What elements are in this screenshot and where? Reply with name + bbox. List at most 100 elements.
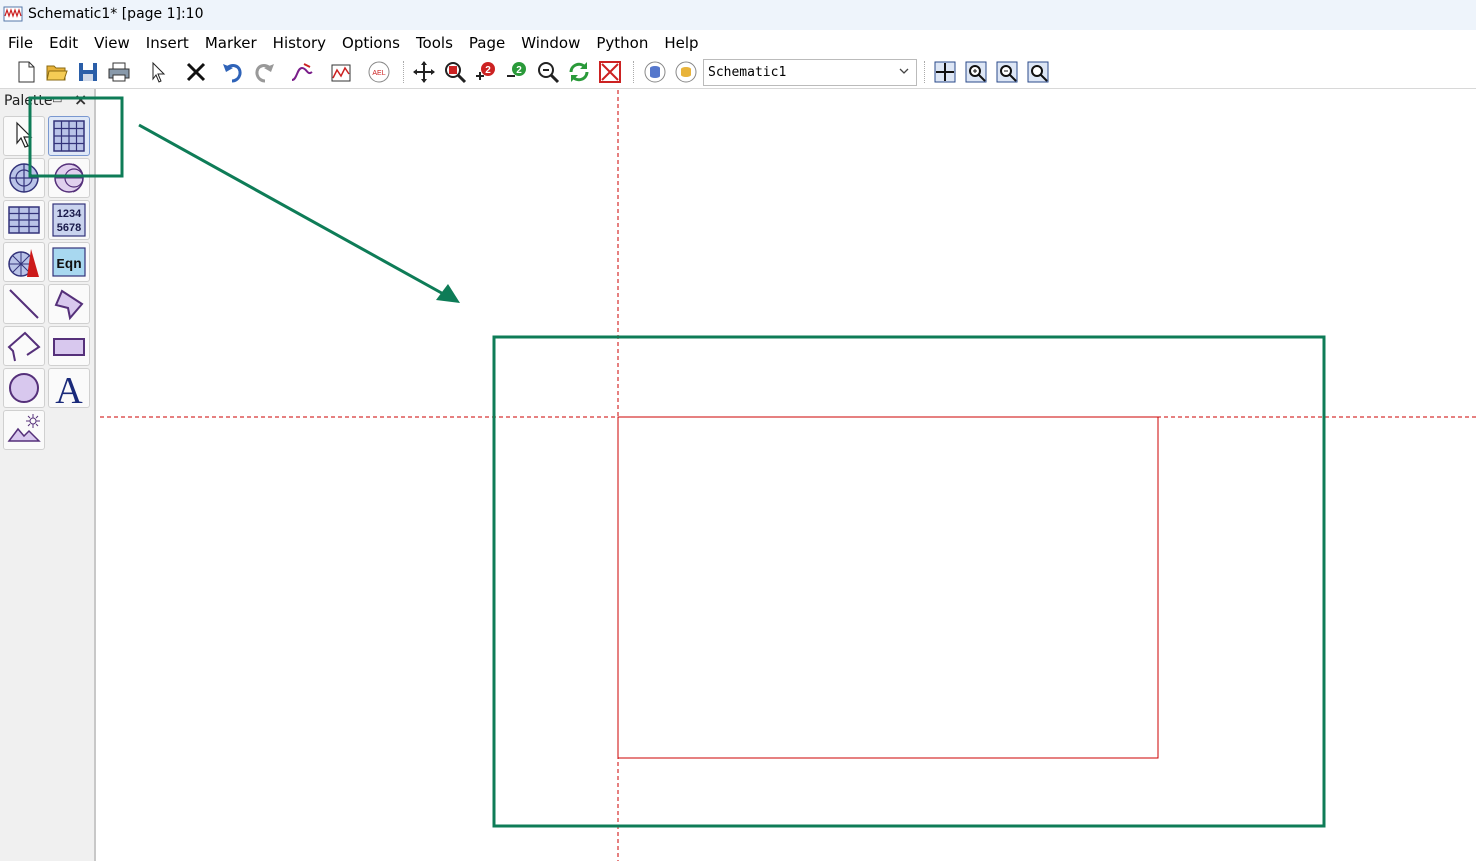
- open-icon: [46, 65, 68, 81]
- palette-stack[interactable]: 1234 5678: [48, 200, 90, 240]
- menu-python[interactable]: Python: [596, 34, 648, 52]
- menu-help[interactable]: Help: [664, 34, 698, 52]
- zoom-fit-button[interactable]: [1025, 59, 1051, 85]
- text-icon: A: [55, 371, 83, 405]
- svg-text:1234: 1234: [57, 208, 82, 220]
- circle-icon: [9, 373, 39, 403]
- trace-button[interactable]: [289, 59, 315, 85]
- zoom-in-page-icon: [965, 61, 987, 83]
- svg-text:Eqn: Eqn: [56, 257, 81, 273]
- menu-history[interactable]: History: [273, 34, 326, 52]
- pan-icon: [413, 61, 435, 83]
- pointer-icon: [152, 61, 166, 83]
- trace-icon: [291, 63, 313, 81]
- menu-options[interactable]: Options: [342, 34, 400, 52]
- palette-pointer[interactable]: [3, 116, 45, 156]
- dataset-icon: [675, 61, 697, 83]
- zoom-area-button[interactable]: [442, 59, 468, 85]
- menu-view[interactable]: View: [94, 34, 130, 52]
- zoom-button[interactable]: [535, 59, 561, 85]
- palette-equation[interactable]: Eqn: [48, 242, 90, 282]
- svg-text:5678: 5678: [57, 222, 81, 234]
- menu-file[interactable]: File: [8, 34, 33, 52]
- zoom-out-page-icon: [996, 61, 1018, 83]
- menu-bar: File Edit View Insert Marker History Opt…: [0, 30, 1476, 55]
- undo-button[interactable]: [220, 59, 246, 85]
- palette-panel: Palette ▭ × 1234 5678 Eqn A: [0, 89, 96, 861]
- menu-window[interactable]: Window: [521, 34, 580, 52]
- plot-button[interactable]: [328, 59, 354, 85]
- close-icon[interactable]: ×: [74, 90, 87, 109]
- zoom-area-icon: [445, 62, 467, 84]
- chevron-down-icon: [899, 68, 909, 74]
- pointer-button[interactable]: [145, 59, 171, 85]
- delete-button[interactable]: [183, 59, 209, 85]
- zoom-out-button[interactable]: 2: [504, 59, 530, 85]
- stop-button[interactable]: [597, 59, 623, 85]
- polar-plot-icon: [9, 163, 39, 193]
- view-all-button[interactable]: [932, 59, 958, 85]
- drawing-canvas[interactable]: [98, 90, 1476, 861]
- equation-icon: Eqn: [52, 247, 86, 277]
- zoom-fit-icon: [1027, 61, 1049, 83]
- palette-circle[interactable]: [3, 368, 45, 408]
- plot-icon: [331, 64, 351, 82]
- toolbar-separator: [403, 61, 404, 83]
- zoom-icon: [538, 62, 560, 84]
- toolbar-separator: [924, 61, 925, 83]
- database-button[interactable]: [642, 59, 668, 85]
- palette-rectangle[interactable]: [48, 326, 90, 366]
- new-icon: [18, 61, 35, 83]
- palette-polar-plot[interactable]: [3, 158, 45, 198]
- delete-icon: [186, 62, 206, 82]
- palette-antenna-plot[interactable]: [3, 242, 45, 282]
- palette-list-table[interactable]: [3, 200, 45, 240]
- palette-image[interactable]: [3, 410, 45, 450]
- list-table-icon: [8, 206, 40, 234]
- palette-text[interactable]: A: [48, 368, 90, 408]
- antenna-plot-icon: [8, 249, 39, 277]
- zoom-out-page-button[interactable]: [994, 59, 1020, 85]
- redo-icon: [255, 64, 274, 83]
- svg-text:2: 2: [516, 65, 522, 76]
- menu-insert[interactable]: Insert: [146, 34, 189, 52]
- save-icon: [79, 63, 97, 81]
- menu-tools[interactable]: Tools: [416, 34, 453, 52]
- zoom-in-page-button[interactable]: [963, 59, 989, 85]
- ael-button[interactable]: AEL: [366, 59, 392, 85]
- print-button[interactable]: [106, 59, 132, 85]
- open-button[interactable]: [44, 59, 70, 85]
- menu-edit[interactable]: Edit: [49, 34, 78, 52]
- stop-icon: [599, 61, 621, 83]
- menu-page[interactable]: Page: [469, 34, 505, 52]
- dataset-button[interactable]: [673, 59, 699, 85]
- ael-icon: AEL: [368, 61, 390, 83]
- zoom-in-button[interactable]: 2: [473, 59, 499, 85]
- pan-button[interactable]: [411, 59, 437, 85]
- pin-icon[interactable]: ▭: [52, 93, 62, 106]
- view-all-icon: [934, 61, 956, 83]
- palette-smith-chart[interactable]: [48, 158, 90, 198]
- title-bar: Schematic1* [page 1]:10: [0, 0, 1476, 30]
- redo-button[interactable]: [251, 59, 277, 85]
- refresh-button[interactable]: [566, 59, 592, 85]
- refresh-icon: [569, 62, 589, 82]
- palette-rectangular-plot[interactable]: [48, 116, 90, 156]
- palette-polygon[interactable]: [48, 284, 90, 324]
- menu-marker[interactable]: Marker: [205, 34, 257, 52]
- save-button[interactable]: [75, 59, 101, 85]
- pointer-icon: [16, 121, 33, 148]
- zoom-out-icon: 2: [507, 62, 526, 77]
- new-button[interactable]: [13, 59, 39, 85]
- dataset-select[interactable]: Schematic1: [703, 59, 917, 86]
- line-icon: [9, 289, 39, 319]
- image-icon: [7, 414, 41, 442]
- palette-title: Palette: [4, 93, 53, 109]
- print-icon: [108, 62, 130, 82]
- zoom-in-icon: 2: [476, 62, 495, 80]
- toolbar-separator: [633, 61, 634, 83]
- rectangular-plot-icon: [53, 120, 85, 152]
- palette-polyline[interactable]: [3, 326, 45, 366]
- palette-line[interactable]: [3, 284, 45, 324]
- stack-icon: 1234 5678: [52, 203, 86, 237]
